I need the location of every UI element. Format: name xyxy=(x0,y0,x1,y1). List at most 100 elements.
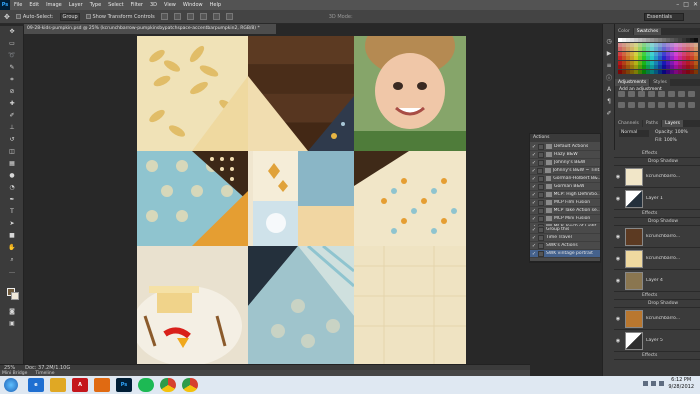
swatch-cell[interactable] xyxy=(690,60,694,65)
swatch-cell[interactable] xyxy=(682,60,686,65)
minimize-button[interactable]: – xyxy=(676,1,679,8)
swatch-cell[interactable] xyxy=(650,69,654,74)
align-left-icon[interactable] xyxy=(199,13,207,20)
tab-adjustments[interactable]: Adjustments xyxy=(615,79,650,86)
swatch-cell[interactable] xyxy=(674,56,678,61)
swatch-cell[interactable] xyxy=(686,51,690,56)
swatch-cell[interactable] xyxy=(686,47,690,52)
layer-effects-row[interactable]: Effects xyxy=(614,210,700,218)
swatch-cell[interactable] xyxy=(626,38,630,42)
vibrance-icon[interactable] xyxy=(658,91,665,97)
swatch-cell[interactable] xyxy=(626,47,630,52)
swatch-cell[interactable] xyxy=(694,65,698,70)
swatch-cell[interactable] xyxy=(642,60,646,65)
layer-row[interactable]: ◉ kcrunchbarro... xyxy=(614,308,700,330)
volume-icon[interactable] xyxy=(651,381,656,386)
swatch-cell[interactable] xyxy=(686,65,690,70)
swatch-cell[interactable] xyxy=(658,38,662,42)
swatch-cell[interactable] xyxy=(630,51,634,56)
align-top-icon[interactable] xyxy=(160,13,168,20)
swatch-cell[interactable] xyxy=(642,65,646,70)
shape-icon[interactable]: ■ xyxy=(7,232,17,239)
swatch-cell[interactable] xyxy=(658,65,662,70)
swatch-cell[interactable] xyxy=(618,60,622,65)
menu-help[interactable]: Help xyxy=(210,2,221,8)
swatch-cell[interactable] xyxy=(666,42,670,47)
swatch-cell[interactable] xyxy=(678,38,682,42)
swatch-cell[interactable] xyxy=(626,65,630,70)
swatch-cell[interactable] xyxy=(638,38,642,42)
swatch-cell[interactable] xyxy=(650,47,654,52)
swatch-cell[interactable] xyxy=(674,42,678,47)
workspace-select[interactable]: Essentials xyxy=(644,13,684,21)
hue-icon[interactable] xyxy=(668,91,675,97)
swatch-cell[interactable] xyxy=(686,38,690,42)
swatch-cell[interactable] xyxy=(626,51,630,56)
layer-effects-row[interactable]: Effects xyxy=(614,150,700,158)
layer-effects-row[interactable]: Effects xyxy=(614,292,700,300)
swatch-cell[interactable] xyxy=(622,47,626,52)
swatch-cell[interactable] xyxy=(670,42,674,47)
action-item[interactable]: ✓ MCP: High Definitio... xyxy=(530,191,600,199)
action-item[interactable]: ✓ MCP Take Action se... xyxy=(530,207,600,215)
marquee-icon[interactable]: ▭ xyxy=(7,40,17,47)
swatch-cell[interactable] xyxy=(634,56,638,61)
swatch-cell[interactable] xyxy=(630,47,634,52)
menu-view[interactable]: View xyxy=(164,2,176,8)
swatch-cell[interactable] xyxy=(638,69,642,74)
menu-edit[interactable]: Edit xyxy=(29,2,39,8)
tab-color[interactable]: Color xyxy=(615,28,633,35)
swatch-cell[interactable] xyxy=(682,38,686,42)
swatch-cell[interactable] xyxy=(686,69,690,74)
swatch-cell[interactable] xyxy=(638,42,642,47)
tab-paths[interactable]: Paths xyxy=(642,120,662,127)
group-select[interactable]: Group xyxy=(59,12,80,21)
layer-effects-row[interactable]: Effects xyxy=(614,352,700,360)
crop-icon[interactable]: ⌗ xyxy=(7,76,17,83)
network-icon[interactable] xyxy=(643,381,648,386)
swatch-cell[interactable] xyxy=(682,69,686,74)
layer-row[interactable]: ◉ kcrunchbarro... xyxy=(614,226,700,248)
swatch-cell[interactable] xyxy=(690,47,694,52)
zoom-icon[interactable]: ⌕ xyxy=(7,256,17,263)
swatch-cell[interactable] xyxy=(678,69,682,74)
fill-field[interactable]: Fill: 100% xyxy=(655,138,677,143)
swatch-cell[interactable] xyxy=(654,56,658,61)
character-panel-icon[interactable]: A xyxy=(605,86,613,93)
swatch-cell[interactable] xyxy=(670,56,674,61)
posterize-icon[interactable] xyxy=(658,102,665,108)
swatch-cell[interactable] xyxy=(670,38,674,42)
swatch-cell[interactable] xyxy=(646,38,650,42)
swatch-cell[interactable] xyxy=(678,56,682,61)
gradient-icon[interactable]: ▦ xyxy=(7,160,17,167)
swatch-cell[interactable] xyxy=(666,60,670,65)
swatch-cell[interactable] xyxy=(646,56,650,61)
menu-image[interactable]: Image xyxy=(46,2,62,8)
swatch-cell[interactable] xyxy=(630,65,634,70)
swatch-cell[interactable] xyxy=(646,69,650,74)
swatch-cell[interactable] xyxy=(670,51,674,56)
swatch-cell[interactable] xyxy=(650,65,654,70)
photoshop-taskbar-icon[interactable]: Ps xyxy=(116,378,132,392)
quick-mask-icon[interactable]: ◙ xyxy=(7,308,17,315)
swatch-cell[interactable] xyxy=(674,69,678,74)
swatch-cell[interactable] xyxy=(618,69,622,74)
swatch-cell[interactable] xyxy=(642,56,646,61)
swatch-cell[interactable] xyxy=(650,56,654,61)
swatch-cell[interactable] xyxy=(658,47,662,52)
action-item[interactable]: ✓ Johnny's B&W xyxy=(530,159,600,167)
swatch-cell[interactable] xyxy=(694,38,698,42)
layer-row[interactable]: ◉ Layer 4 xyxy=(614,270,700,292)
swatch-cell[interactable] xyxy=(634,47,638,52)
levels-icon[interactable] xyxy=(628,91,635,97)
swatch-cell[interactable] xyxy=(634,38,638,42)
swatch-cell[interactable] xyxy=(622,38,626,42)
healing-icon[interactable]: ✚ xyxy=(7,100,17,107)
swatch-cell[interactable] xyxy=(686,60,690,65)
swatch-cell[interactable] xyxy=(682,56,686,61)
swatch-cell[interactable] xyxy=(678,47,682,52)
curves-icon[interactable] xyxy=(638,91,645,97)
close-button[interactable]: ✕ xyxy=(693,1,698,8)
align-middle-icon[interactable] xyxy=(173,13,181,20)
swatch-cell[interactable] xyxy=(662,60,666,65)
